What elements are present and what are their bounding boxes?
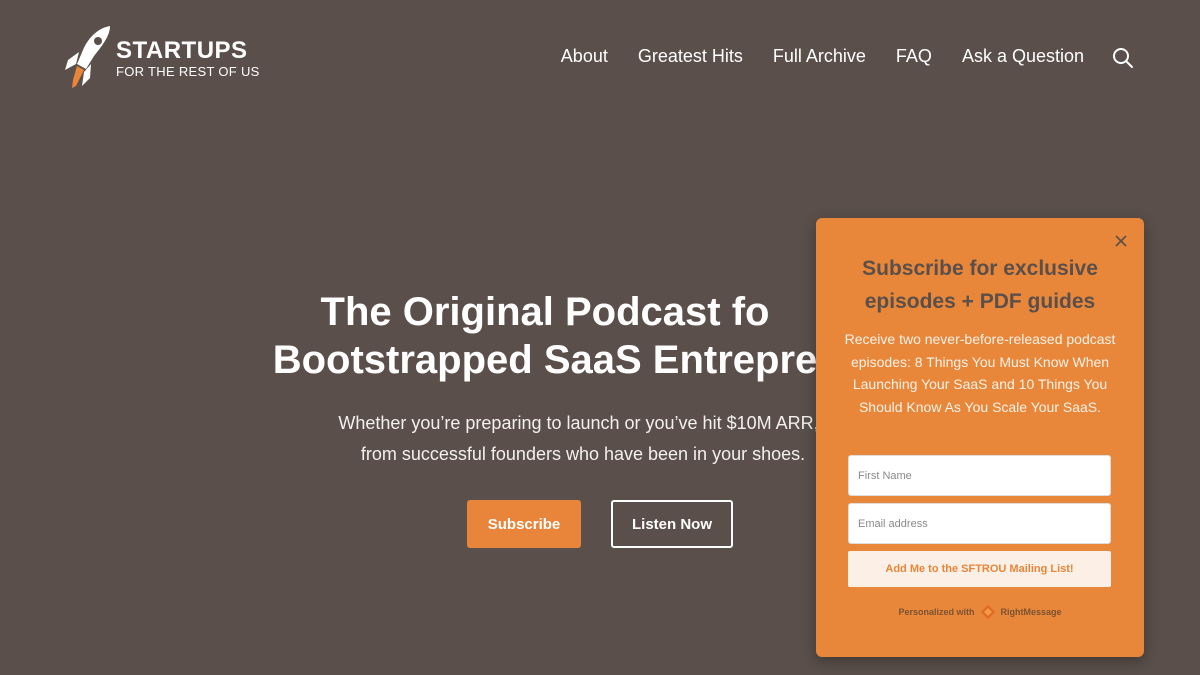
nav-greatest-hits[interactable]: Greatest Hits [638, 46, 743, 67]
nav-ask-a-question[interactable]: Ask a Question [962, 46, 1084, 67]
logo-subtitle: FOR THE REST OF US [116, 63, 260, 79]
nav-about[interactable]: About [561, 46, 608, 67]
subscribe-popup: Subscribe for exclusive episodes + PDF g… [816, 218, 1144, 657]
popup-title-line-2: episodes + PDF guides [864, 290, 1096, 313]
subscribe-button[interactable]: Subscribe [467, 500, 581, 548]
mailing-list-submit-button[interactable]: Add Me to the SFTROU Mailing List! [848, 551, 1111, 587]
close-icon[interactable] [1114, 234, 1128, 248]
logo-title: STARTUPS [116, 36, 248, 64]
powered-brand: RightMessage [1000, 607, 1062, 617]
email-input[interactable] [848, 503, 1111, 544]
nav-faq[interactable]: FAQ [896, 46, 932, 67]
search-icon[interactable] [1112, 47, 1134, 69]
powered-by[interactable]: Personalized with RightMessage [816, 605, 1144, 619]
rightmessage-logo-icon [980, 605, 995, 619]
site-logo[interactable]: STARTUPS FOR THE REST OF US [64, 24, 260, 92]
popup-description: Receive two never-before-released podcas… [844, 331, 1116, 415]
nav-full-archive[interactable]: Full Archive [773, 46, 866, 67]
popup-title: Subscribe for exclusive episodes + PDF g… [836, 252, 1124, 318]
listen-now-button[interactable]: Listen Now [611, 500, 733, 548]
popup-title-line-1: Subscribe for exclusive [862, 257, 1098, 280]
first-name-input[interactable] [848, 455, 1111, 496]
main-nav: About Greatest Hits Full Archive FAQ Ask… [561, 46, 1084, 67]
rocket-icon [65, 26, 110, 88]
powered-prefix: Personalized with [898, 607, 975, 617]
